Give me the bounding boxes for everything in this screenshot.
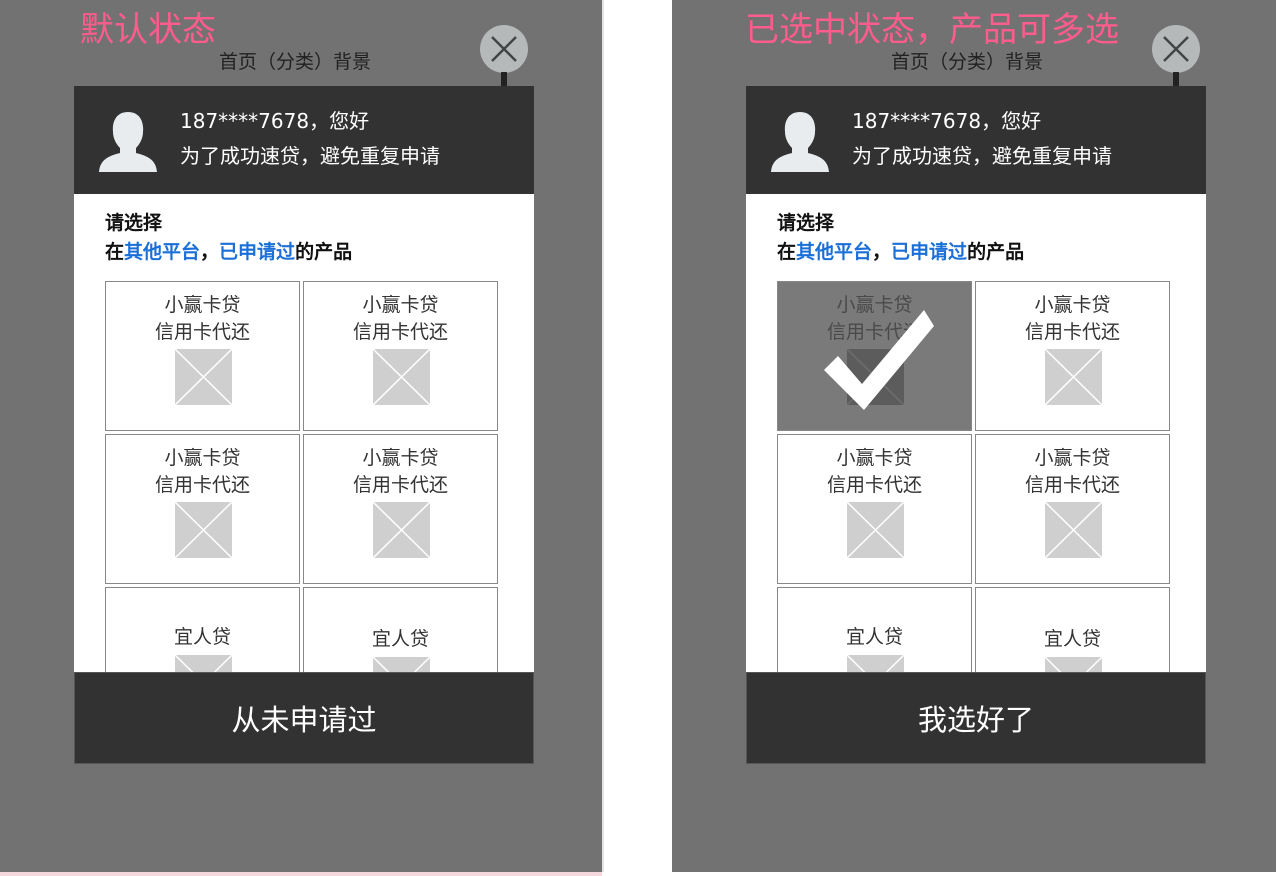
user-avatar-icon (99, 112, 157, 172)
close-icon (1163, 36, 1189, 62)
subtitle-highlight: 已申请过 (219, 241, 296, 263)
product-name: 小赢卡贷 (362, 447, 439, 469)
dialog-body: 请选择 在其他平台，已申请过的产品 小赢卡贷 信用卡代还 小赢卡贷 信用卡代还 (746, 194, 1206, 672)
greeting-text: 187****7678，您好 (180, 109, 370, 133)
product-name: 小赢卡贷 (164, 294, 241, 316)
selected-state-screen: 已选中状态，产品可多选 首页（分类）背景 187****7678，您好 为了成功… (672, 0, 1276, 872)
subtitle-highlight: 其他平台 (796, 241, 873, 263)
user-avatar-icon (771, 112, 829, 172)
product-name: 小赢卡贷 (1034, 294, 1111, 316)
background-label: 首页（分类）背景 (891, 51, 1044, 73)
image-placeholder-icon (847, 502, 904, 558)
subtitle-highlight: 已申请过 (891, 241, 968, 263)
dialog-header: 187****7678，您好 为了成功速贷，避免重复申请 (74, 86, 534, 194)
product-name: 宜人贷 (1043, 628, 1101, 650)
product-category: 信用卡代还 (352, 474, 448, 496)
product-card[interactable]: 宜人贷 (303, 587, 498, 672)
select-title: 请选择 (105, 212, 163, 234)
image-placeholder-icon (175, 502, 232, 558)
confirm-selection-button[interactable]: 我选好了 (746, 672, 1206, 764)
subtitle-part: 的产品 (295, 241, 353, 263)
product-name: 宜人贷 (173, 626, 231, 648)
product-category: 信用卡代还 (352, 321, 448, 343)
product-card[interactable]: 小赢卡贷 信用卡代还 (303, 281, 498, 431)
never-applied-button[interactable]: 从未申请过 (74, 672, 534, 764)
image-placeholder-icon (1045, 349, 1102, 405)
state-title: 已选中状态，产品可多选 (745, 10, 1119, 50)
product-card[interactable]: 宜人贷 (975, 587, 1170, 672)
product-select-dialog: 187****7678，您好 为了成功速贷，避免重复申请 请选择 在其他平台，已… (746, 86, 1206, 764)
bottom-strip (0, 872, 602, 876)
product-card[interactable]: 小赢卡贷 信用卡代还 (105, 281, 300, 431)
product-card[interactable]: 小赢卡贷 信用卡代还 (975, 281, 1170, 431)
product-card[interactable]: 小赢卡贷 信用卡代还 (975, 434, 1170, 584)
product-card-selected[interactable]: 小赢卡贷 信用卡代还 (777, 281, 972, 431)
product-category: 信用卡代还 (1024, 474, 1120, 496)
subtitle-part: ， (200, 241, 220, 263)
product-category: 信用卡代还 (826, 474, 922, 496)
select-title: 请选择 (777, 212, 835, 234)
product-name: 小赢卡贷 (836, 447, 913, 469)
image-placeholder-icon (847, 655, 904, 672)
product-category: 信用卡代还 (154, 321, 250, 343)
dialog-body: 请选择 在其他平台，已申请过的产品 小赢卡贷 信用卡代还 小赢卡贷 信用卡代还 … (74, 194, 534, 672)
close-icon (491, 36, 517, 62)
image-placeholder-icon (373, 657, 430, 672)
image-placeholder-icon (373, 502, 430, 558)
subtitle-part: ， (872, 241, 892, 263)
product-select-dialog: 187****7678，您好 为了成功速贷，避免重复申请 请选择 在其他平台，已… (74, 86, 534, 764)
subtitle-highlight: 其他平台 (124, 241, 201, 263)
product-card[interactable]: 小赢卡贷 信用卡代还 (105, 434, 300, 584)
product-name: 宜人贷 (845, 626, 903, 648)
default-state-screen: 默认状态 首页（分类）背景 187****7678，您好 为了成功速贷，避免重复… (0, 0, 604, 872)
tip-text: 为了成功速贷，避免重复申请 (180, 144, 440, 168)
subtitle-part: 在 (105, 241, 125, 263)
select-subtitle: 在其他平台，已申请过的产品 (777, 240, 1024, 264)
select-subtitle: 在其他平台，已申请过的产品 (105, 240, 352, 264)
subtitle-part: 的产品 (967, 241, 1025, 263)
product-name: 宜人贷 (371, 628, 429, 650)
tip-text: 为了成功速贷，避免重复申请 (852, 144, 1112, 168)
product-grid: 小赢卡贷 信用卡代还 小赢卡贷 信用卡代还 小赢卡贷 信用卡代还 小赢卡贷 信用… (777, 281, 1173, 672)
product-card[interactable]: 宜人贷 (777, 587, 972, 672)
close-button[interactable] (1152, 25, 1200, 73)
image-placeholder-icon (1045, 657, 1102, 672)
product-name: 小赢卡贷 (362, 294, 439, 316)
background-label: 首页（分类）背景 (219, 51, 372, 73)
subtitle-part: 在 (777, 241, 797, 263)
checkmark-icon (824, 310, 934, 410)
close-button[interactable] (480, 25, 528, 73)
product-category: 信用卡代还 (154, 474, 250, 496)
image-placeholder-icon (373, 349, 430, 405)
product-category: 信用卡代还 (1024, 321, 1120, 343)
dialog-header: 187****7678，您好 为了成功速贷，避免重复申请 (746, 86, 1206, 194)
image-placeholder-icon (1045, 502, 1102, 558)
product-name: 小赢卡贷 (164, 447, 241, 469)
product-card[interactable]: 小赢卡贷 信用卡代还 (303, 434, 498, 584)
product-card[interactable]: 小赢卡贷 信用卡代还 (777, 434, 972, 584)
image-placeholder-icon (175, 655, 232, 672)
product-name: 小赢卡贷 (1034, 447, 1111, 469)
greeting-text: 187****7678，您好 (852, 109, 1042, 133)
image-placeholder-icon (175, 349, 232, 405)
product-grid: 小赢卡贷 信用卡代还 小赢卡贷 信用卡代还 小赢卡贷 信用卡代还 小赢卡贷 信用… (105, 281, 501, 672)
product-card[interactable]: 宜人贷 (105, 587, 300, 672)
state-title: 默认状态 (80, 10, 216, 50)
